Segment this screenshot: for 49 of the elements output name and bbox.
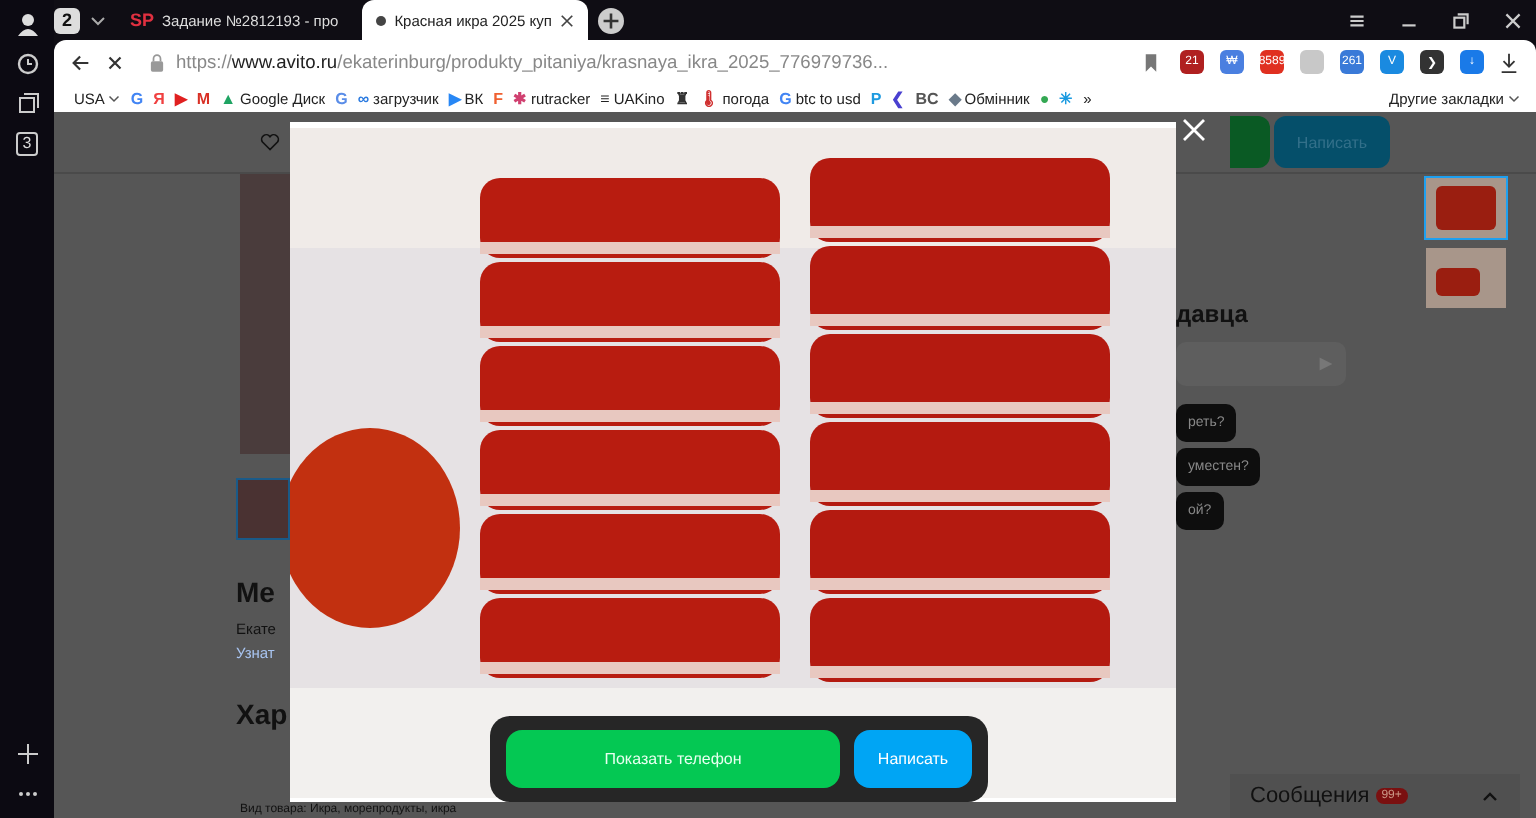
bookmark-icon[interactable]: P <box>870 89 882 107</box>
new-tab-icon[interactable] <box>597 7 624 33</box>
bookmark-icon[interactable]: ● <box>1039 89 1050 107</box>
close-icon[interactable] <box>559 13 574 27</box>
bookmark-icon[interactable] <box>1144 53 1158 71</box>
bookmark-icon[interactable]: BC <box>915 89 939 107</box>
bookmark-icon[interactable]: Я <box>153 89 165 107</box>
restore-icon[interactable] <box>1450 9 1472 31</box>
bookmark-favicon: 🌡 <box>698 89 719 107</box>
heart-icon[interactable] <box>260 132 280 152</box>
section-heading: Ме <box>236 576 277 608</box>
download-icon[interactable] <box>1498 51 1520 73</box>
bookmark-favicon: ≡ <box>600 89 610 107</box>
bookmark-favicon: ∞ <box>357 89 370 107</box>
bookmark-icon[interactable]: ♜ <box>674 89 689 107</box>
plus-icon[interactable] <box>15 742 39 766</box>
section-heading: давца <box>1176 300 1248 328</box>
loading-icon <box>376 15 387 25</box>
thumbnail[interactable] <box>236 478 290 540</box>
message-field[interactable] <box>1176 342 1346 386</box>
messages-label: Сообщения <box>1250 784 1370 808</box>
tab-counter[interactable]: 2 <box>54 7 81 33</box>
chevron-down-icon[interactable] <box>1508 92 1520 104</box>
bookmark-favicon: ◆ <box>948 89 961 107</box>
bookmark-icon[interactable]: M <box>196 89 211 107</box>
bookmark-icon[interactable]: G <box>130 89 144 107</box>
bookmark-favicon: G <box>779 89 792 107</box>
history-icon[interactable] <box>15 52 39 76</box>
bookmark-icon[interactable]: G <box>335 89 348 107</box>
bookmark-icon[interactable]: ❮ <box>891 89 906 107</box>
photo-thumbnail[interactable] <box>1424 176 1508 240</box>
address-bar[interactable]: https://www.avito.ru/ekaterinburg/produkty_pitaniya/krasnaya_ikra_2025_776979736... <box>138 44 1166 80</box>
bookmark-icon[interactable]: F <box>493 89 504 107</box>
photo-thumbnail[interactable] <box>1424 246 1508 310</box>
profile-icon[interactable] <box>15 12 39 36</box>
bookmark-icon[interactable]: ▶ <box>174 89 187 107</box>
bookmark-favicon: ▶ <box>448 89 461 107</box>
lock-icon <box>150 53 164 71</box>
tab-count-badge[interactable]: 3 <box>16 132 38 156</box>
bookmark-favicon: ▲ <box>220 89 236 107</box>
stop-icon[interactable] <box>104 51 126 73</box>
section-heading: Хар <box>236 698 290 730</box>
chevron-down-icon[interactable] <box>108 92 121 104</box>
tab-favicon: SP <box>130 10 155 30</box>
bookmark-favicon: ✱ <box>513 89 528 107</box>
chevron-down-icon[interactable] <box>90 12 107 28</box>
tabs-icon[interactable] <box>15 92 39 116</box>
back-icon[interactable] <box>70 51 92 73</box>
bookmark-icon[interactable]: ✳ <box>1059 89 1074 107</box>
